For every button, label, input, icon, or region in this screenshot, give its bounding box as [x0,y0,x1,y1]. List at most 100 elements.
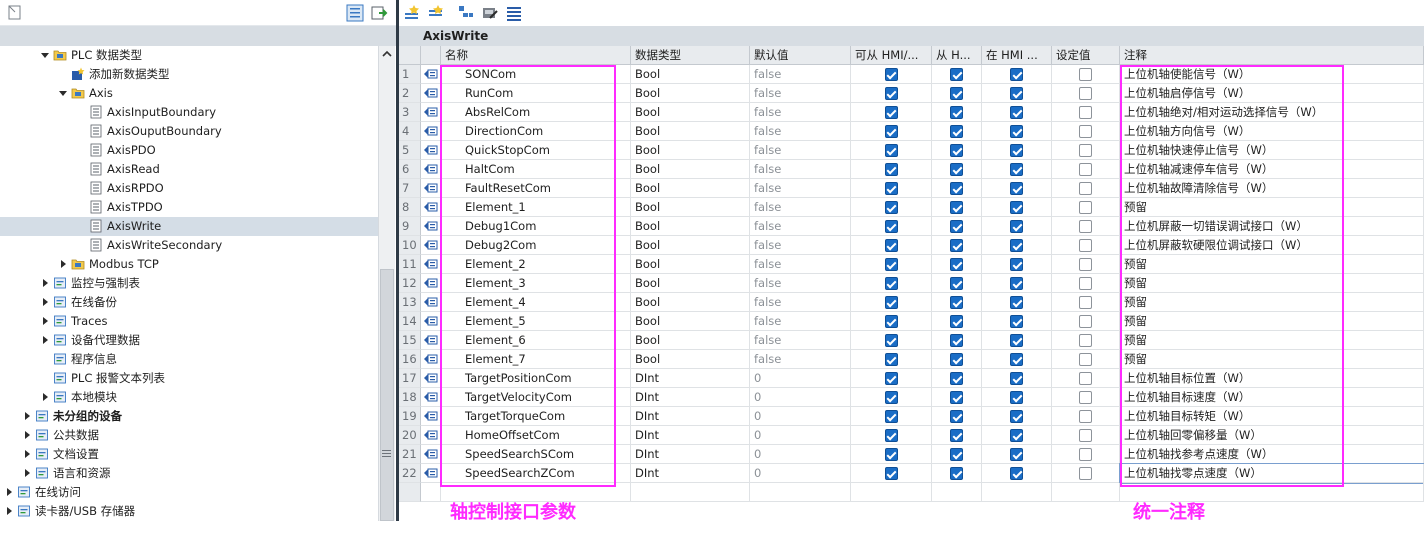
setpoint-checkbox-cell[interactable] [1052,445,1120,464]
expand-arrow-icon[interactable] [40,293,50,312]
element-data-type[interactable]: Bool [631,217,750,236]
tree-item[interactable]: AxisWriteSecondary [0,236,378,255]
setpoint-checkbox[interactable] [1079,163,1092,176]
hmi-access-checkbox[interactable] [884,144,898,157]
hmi-access-checkbox-cell[interactable] [851,65,932,84]
setpoint-checkbox-cell[interactable] [1052,103,1120,122]
hmi-visible-checkbox-cell[interactable] [932,179,982,198]
hmi-access-checkbox[interactable] [884,239,898,252]
element-default-value[interactable]: false [750,122,851,141]
element-data-type[interactable]: Bool [631,312,750,331]
hmi-in-checkbox[interactable] [1010,467,1023,480]
hmi-in-checkbox[interactable] [1010,125,1023,138]
setpoint-checkbox[interactable] [1079,277,1092,290]
expand-arrow-icon[interactable] [22,445,32,464]
expand-arrow-icon[interactable] [4,502,14,521]
expand-arrow-icon[interactable] [40,312,50,331]
element-default-value[interactable]: 0 [750,445,851,464]
setpoint-checkbox-cell[interactable] [1052,198,1120,217]
tree-item[interactable]: Modbus TCP [0,255,378,274]
element-data-type[interactable]: Bool [631,255,750,274]
setpoint-checkbox[interactable] [1079,239,1092,252]
hmi-access-checkbox[interactable] [884,106,898,119]
tree-item[interactable]: 本地模块 [0,388,378,407]
hmi-access-checkbox[interactable] [884,334,898,347]
setpoint-checkbox-cell[interactable] [1052,312,1120,331]
header-default-value[interactable]: 默认值 [750,46,851,65]
element-data-type[interactable]: DInt [631,369,750,388]
hmi-visible-checkbox-cell[interactable] [932,122,982,141]
element-data-type[interactable]: Bool [631,293,750,312]
hmi-in-checkbox[interactable] [1010,410,1023,423]
hmi-in-checkbox-cell[interactable] [982,141,1052,160]
hmi-in-checkbox[interactable] [1010,429,1023,442]
setpoint-checkbox-cell[interactable] [1052,388,1120,407]
hmi-access-checkbox-cell[interactable] [851,331,932,350]
expand-arrow-icon[interactable] [40,388,50,407]
hmi-in-checkbox[interactable] [1010,258,1023,271]
setpoint-checkbox-cell[interactable] [1052,369,1120,388]
hmi-in-checkbox[interactable] [1010,106,1023,119]
element-default-value[interactable]: false [750,293,851,312]
hmi-access-checkbox[interactable] [884,448,898,461]
hmi-access-checkbox-cell[interactable] [851,179,932,198]
hmi-access-checkbox[interactable] [884,353,898,366]
hmi-visible-checkbox[interactable] [950,353,963,366]
hmi-visible-checkbox[interactable] [950,429,963,442]
hmi-in-checkbox-cell[interactable] [982,350,1052,369]
expand-arrow-icon[interactable] [4,483,14,502]
expand-all-icon[interactable] [457,4,475,22]
hmi-access-checkbox[interactable] [884,391,898,404]
element-data-type[interactable]: DInt [631,407,750,426]
hmi-in-checkbox-cell[interactable] [982,84,1052,103]
setpoint-checkbox-cell[interactable] [1052,141,1120,160]
setpoint-checkbox-cell[interactable] [1052,65,1120,84]
element-default-value[interactable]: false [750,331,851,350]
setpoint-checkbox-cell[interactable] [1052,426,1120,445]
hmi-in-checkbox[interactable] [1010,315,1023,328]
hmi-in-checkbox-cell[interactable] [982,179,1052,198]
hmi-visible-checkbox[interactable] [950,448,963,461]
hmi-visible-checkbox-cell[interactable] [932,369,982,388]
element-default-value[interactable]: false [750,65,851,84]
hmi-access-checkbox-cell[interactable] [851,293,932,312]
hmi-visible-checkbox-cell[interactable] [932,141,982,160]
hmi-visible-checkbox[interactable] [950,296,963,309]
hmi-visible-checkbox-cell[interactable] [932,236,982,255]
hmi-in-checkbox-cell[interactable] [982,293,1052,312]
hmi-access-checkbox-cell[interactable] [851,122,932,141]
hmi-in-checkbox-cell[interactable] [982,331,1052,350]
hmi-in-checkbox[interactable] [1010,296,1023,309]
element-data-type[interactable]: DInt [631,464,750,483]
tree-item[interactable]: AxisInputBoundary [0,103,378,122]
tree-item[interactable]: 在线访问 [0,483,378,502]
element-default-value[interactable]: false [750,141,851,160]
tree-item[interactable]: AxisTPDO [0,198,378,217]
hmi-access-checkbox[interactable] [884,258,898,271]
hmi-in-checkbox-cell[interactable] [982,160,1052,179]
setpoint-checkbox[interactable] [1079,467,1092,480]
setpoint-checkbox-cell[interactable] [1052,407,1120,426]
hmi-visible-checkbox-cell[interactable] [932,255,982,274]
tree-item[interactable]: 语言和资源 [0,464,378,483]
detail-view-icon[interactable] [346,4,364,22]
header-hmi-in[interactable]: 在 HMI ... [982,46,1052,65]
hmi-access-checkbox-cell[interactable] [851,350,932,369]
hmi-visible-checkbox-cell[interactable] [932,445,982,464]
hmi-visible-checkbox[interactable] [950,258,963,271]
hmi-visible-checkbox-cell[interactable] [932,160,982,179]
setpoint-checkbox[interactable] [1079,410,1092,423]
hmi-access-checkbox[interactable] [884,68,898,81]
setpoint-checkbox[interactable] [1079,334,1092,347]
hmi-in-checkbox-cell[interactable] [982,103,1052,122]
hmi-visible-checkbox[interactable] [950,220,963,233]
hmi-in-checkbox[interactable] [1010,144,1023,157]
hmi-visible-checkbox-cell[interactable] [932,464,982,483]
hmi-visible-checkbox[interactable] [950,372,963,385]
hmi-access-checkbox-cell[interactable] [851,255,932,274]
tree-item[interactable]: PLC 数据类型 [0,46,378,65]
element-data-type[interactable]: Bool [631,331,750,350]
setpoint-checkbox-cell[interactable] [1052,464,1120,483]
setpoint-checkbox-cell[interactable] [1052,293,1120,312]
element-default-value[interactable]: false [750,179,851,198]
